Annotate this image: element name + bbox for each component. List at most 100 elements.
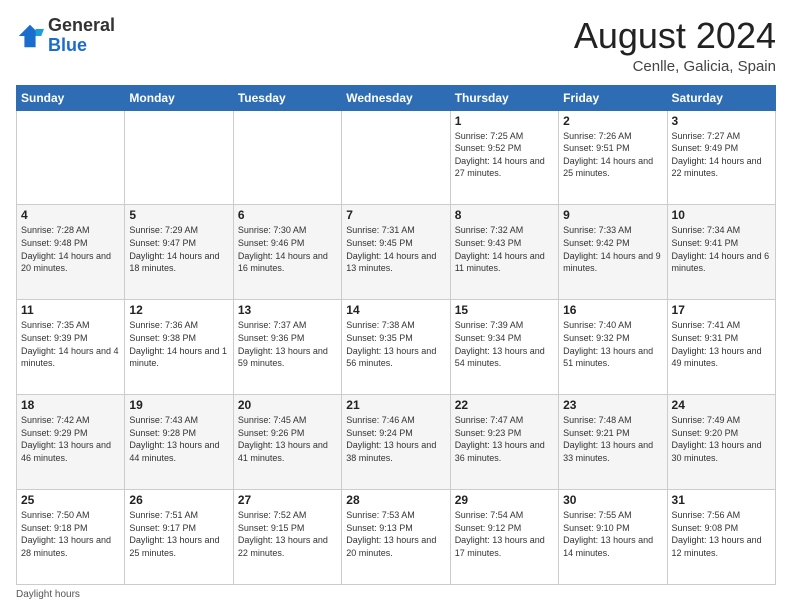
day-number: 2 [563,114,662,128]
calendar-cell: 16 Sunrise: 7:40 AM Sunset: 9:32 PM Dayli… [559,300,667,395]
day-number: 16 [563,303,662,317]
title-block: August 2024 Cenlle, Galicia, Spain [574,16,776,75]
day-number: 30 [563,493,662,507]
day-info: Sunrise: 7:49 AM Sunset: 9:20 PM Dayligh… [672,414,771,464]
day-number: 25 [21,493,120,507]
day-number: 12 [129,303,228,317]
day-info: Sunrise: 7:54 AM Sunset: 9:12 PM Dayligh… [455,509,554,559]
calendar-cell: 6 Sunrise: 7:30 AM Sunset: 9:46 PM Daylig… [233,205,341,300]
day-number: 3 [672,114,771,128]
calendar-cell [342,110,450,205]
calendar-cell: 5 Sunrise: 7:29 AM Sunset: 9:47 PM Daylig… [125,205,233,300]
day-number: 13 [238,303,337,317]
day-number: 29 [455,493,554,507]
day-info: Sunrise: 7:37 AM Sunset: 9:36 PM Dayligh… [238,319,337,369]
calendar-cell: 14Sunrise: 7:38 AM Sunset: 9:35 PM Dayli… [342,300,450,395]
calendar-header-thursday: Thursday [450,85,558,110]
calendar-cell [233,110,341,205]
day-number: 6 [238,208,337,222]
calendar-header-friday: Friday [559,85,667,110]
calendar-cell: 29 Sunrise: 7:54 AM Sunset: 9:12 PM Dayli… [450,490,558,585]
day-info: Sunrise: 7:31 AM Sunset: 9:45 PM Dayligh… [346,224,445,274]
calendar-cell: 25 Sunrise: 7:50 AM Sunset: 9:18 PM Dayli… [17,490,125,585]
location-subtitle: Cenlle, Galicia, Spain [574,58,776,75]
day-number: 7 [346,208,445,222]
day-info: Sunrise: 7:25 AM Sunset: 9:52 PM Dayligh… [455,130,554,180]
day-number: 11 [21,303,120,317]
calendar-header-saturday: Saturday [667,85,775,110]
day-info: Sunrise: 7:55 AM Sunset: 9:10 PM Dayligh… [563,509,662,559]
day-number: 17 [672,303,771,317]
day-info: Sunrise: 7:50 AM Sunset: 9:18 PM Dayligh… [21,509,120,559]
calendar-header-sunday: Sunday [17,85,125,110]
day-number: 22 [455,398,554,412]
calendar-cell: 17 Sunrise: 7:41 AM Sunset: 9:31 PM Dayli… [667,300,775,395]
calendar-cell: 9Sunrise: 7:33 AM Sunset: 9:42 PM Daylig… [559,205,667,300]
calendar-cell: 4Sunrise: 7:28 AM Sunset: 9:48 PM Daylig… [17,205,125,300]
calendar-cell: 11Sunrise: 7:35 AM Sunset: 9:39 PM Dayli… [17,300,125,395]
calendar-header-tuesday: Tuesday [233,85,341,110]
day-info: Sunrise: 7:42 AM Sunset: 9:29 PM Dayligh… [21,414,120,464]
calendar-cell: 18 Sunrise: 7:42 AM Sunset: 9:29 PM Dayli… [17,395,125,490]
header: General Blue August 2024 Cenlle, Galicia… [16,16,776,75]
calendar-cell: 21Sunrise: 7:46 AM Sunset: 9:24 PM Dayli… [342,395,450,490]
day-number: 9 [563,208,662,222]
calendar-cell: 20 Sunrise: 7:45 AM Sunset: 9:26 PM Dayli… [233,395,341,490]
logo: General Blue [16,16,115,56]
calendar-cell: 3 Sunrise: 7:27 AM Sunset: 9:49 PM Daylig… [667,110,775,205]
calendar-header-row: SundayMondayTuesdayWednesdayThursdayFrid… [17,85,776,110]
calendar-week-1: 1Sunrise: 7:25 AM Sunset: 9:52 PM Daylig… [17,110,776,205]
logo-text: General Blue [48,16,115,56]
calendar-cell: 8 Sunrise: 7:32 AM Sunset: 9:43 PM Daylig… [450,205,558,300]
day-info: Sunrise: 7:47 AM Sunset: 9:23 PM Dayligh… [455,414,554,464]
calendar-cell: 13 Sunrise: 7:37 AM Sunset: 9:36 PM Dayli… [233,300,341,395]
day-info: Sunrise: 7:41 AM Sunset: 9:31 PM Dayligh… [672,319,771,369]
calendar-cell: 1Sunrise: 7:25 AM Sunset: 9:52 PM Daylig… [450,110,558,205]
day-info: Sunrise: 7:45 AM Sunset: 9:26 PM Dayligh… [238,414,337,464]
footer-note: Daylight hours [16,589,776,600]
day-info: Sunrise: 7:36 AM Sunset: 9:38 PM Dayligh… [129,319,228,369]
calendar-cell: 12 Sunrise: 7:36 AM Sunset: 9:38 PM Dayli… [125,300,233,395]
day-info: Sunrise: 7:29 AM Sunset: 9:47 PM Dayligh… [129,224,228,274]
logo-icon [16,22,44,50]
day-number: 8 [455,208,554,222]
page: General Blue August 2024 Cenlle, Galicia… [0,0,792,612]
day-number: 19 [129,398,228,412]
day-number: 5 [129,208,228,222]
day-info: Sunrise: 7:40 AM Sunset: 9:32 PM Dayligh… [563,319,662,369]
calendar-cell: 24Sunrise: 7:49 AM Sunset: 9:20 PM Dayli… [667,395,775,490]
calendar-week-5: 25 Sunrise: 7:50 AM Sunset: 9:18 PM Dayli… [17,490,776,585]
day-number: 31 [672,493,771,507]
calendar-cell: 2 Sunrise: 7:26 AM Sunset: 9:51 PM Daylig… [559,110,667,205]
calendar-cell: 7 Sunrise: 7:31 AM Sunset: 9:45 PM Daylig… [342,205,450,300]
day-info: Sunrise: 7:34 AM Sunset: 9:41 PM Dayligh… [672,224,771,274]
calendar-cell: 22 Sunrise: 7:47 AM Sunset: 9:23 PM Dayli… [450,395,558,490]
calendar-header-wednesday: Wednesday [342,85,450,110]
day-info: Sunrise: 7:30 AM Sunset: 9:46 PM Dayligh… [238,224,337,274]
calendar-header-monday: Monday [125,85,233,110]
month-title: August 2024 [574,16,776,56]
day-number: 15 [455,303,554,317]
calendar-cell: 31 Sunrise: 7:56 AM Sunset: 9:08 PM Dayli… [667,490,775,585]
calendar-cell [17,110,125,205]
day-info: Sunrise: 7:27 AM Sunset: 9:49 PM Dayligh… [672,130,771,180]
day-info: Sunrise: 7:56 AM Sunset: 9:08 PM Dayligh… [672,509,771,559]
calendar-cell: 19 Sunrise: 7:43 AM Sunset: 9:28 PM Dayli… [125,395,233,490]
day-info: Sunrise: 7:52 AM Sunset: 9:15 PM Dayligh… [238,509,337,559]
day-info: Sunrise: 7:32 AM Sunset: 9:43 PM Dayligh… [455,224,554,274]
day-info: Sunrise: 7:43 AM Sunset: 9:28 PM Dayligh… [129,414,228,464]
day-info: Sunrise: 7:26 AM Sunset: 9:51 PM Dayligh… [563,130,662,180]
calendar-cell: 15 Sunrise: 7:39 AM Sunset: 9:34 PM Dayli… [450,300,558,395]
day-number: 23 [563,398,662,412]
day-number: 20 [238,398,337,412]
calendar-cell: 30 Sunrise: 7:55 AM Sunset: 9:10 PM Dayli… [559,490,667,585]
day-info: Sunrise: 7:38 AM Sunset: 9:35 PM Dayligh… [346,319,445,369]
day-info: Sunrise: 7:51 AM Sunset: 9:17 PM Dayligh… [129,509,228,559]
calendar-week-3: 11Sunrise: 7:35 AM Sunset: 9:39 PM Dayli… [17,300,776,395]
day-info: Sunrise: 7:39 AM Sunset: 9:34 PM Dayligh… [455,319,554,369]
calendar-cell: 28Sunrise: 7:53 AM Sunset: 9:13 PM Dayli… [342,490,450,585]
day-number: 18 [21,398,120,412]
calendar-week-4: 18 Sunrise: 7:42 AM Sunset: 9:29 PM Dayli… [17,395,776,490]
calendar-cell [125,110,233,205]
day-info: Sunrise: 7:53 AM Sunset: 9:13 PM Dayligh… [346,509,445,559]
